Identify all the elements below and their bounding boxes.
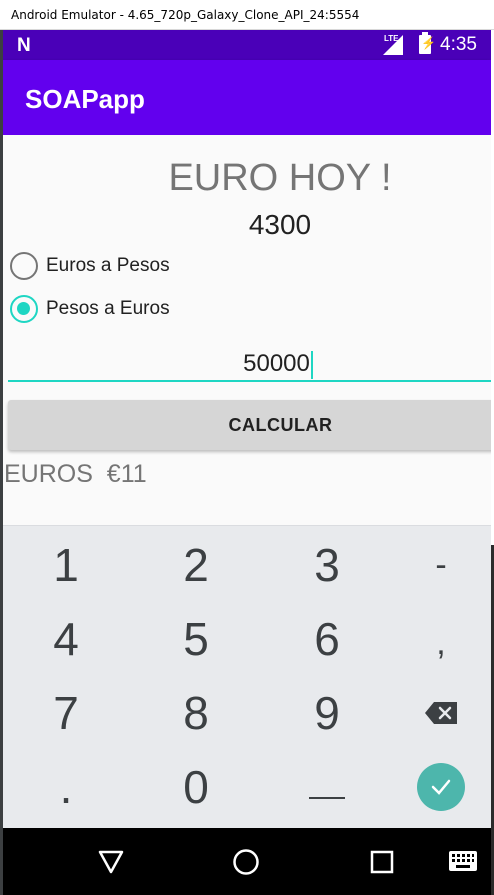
key-comma[interactable]: , — [380, 606, 491, 680]
key-5[interactable]: 5 — [135, 602, 257, 676]
status-bar: N LTE ⚡ 4:35 — [3, 30, 491, 60]
radio-pesos-a-euros[interactable]: Pesos a Euros — [10, 294, 170, 324]
key-0[interactable]: 0 — [135, 750, 257, 824]
key-4[interactable]: 4 — [5, 602, 127, 676]
page-heading: EURO HOY ! — [168, 157, 392, 199]
enter-key[interactable] — [380, 750, 491, 824]
amount-value: 50000 — [243, 350, 310, 377]
radio-label: Euros a Pesos — [46, 255, 170, 276]
numeric-keyboard: 1 2 3 - 4 5 6 , 7 8 9 . 0 — [3, 525, 491, 828]
result-text: EUROS €11 — [4, 460, 147, 488]
app-title: SOAPapp — [25, 84, 145, 114]
key-9[interactable]: 9 — [266, 676, 388, 750]
back-triangle-icon[interactable] — [98, 850, 124, 874]
app-bar: SOAPapp — [3, 60, 491, 135]
charging-bolt-icon: ⚡ — [421, 36, 436, 50]
recents-square-icon[interactable] — [370, 850, 394, 874]
key-2[interactable]: 2 — [135, 528, 257, 602]
radio-checked-icon[interactable] — [10, 295, 38, 323]
radio-euros-a-pesos[interactable]: Euros a Pesos — [10, 251, 170, 281]
key-dot[interactable]: . — [5, 750, 127, 824]
n-logo-icon: N — [17, 35, 31, 56]
key-8[interactable]: 8 — [135, 676, 257, 750]
calcular-button[interactable]: CALCULAR — [8, 400, 491, 450]
backspace-icon — [425, 702, 457, 724]
home-circle-icon[interactable] — [232, 848, 260, 876]
status-time: 4:35 — [440, 34, 477, 55]
exchange-rate: 4300 — [248, 209, 312, 240]
main-content: EURO HOY ! 4300 Euros a Pesos Pesos a Eu… — [3, 135, 491, 525]
network-label: LTE — [384, 34, 399, 43]
emulator-title: Android Emulator - 4.65_720p_Galaxy_Clon… — [11, 8, 360, 22]
radio-label: Pesos a Euros — [46, 298, 170, 319]
key-7[interactable]: 7 — [5, 676, 127, 750]
emulator-titlebar: Android Emulator - 4.65_720p_Galaxy_Clon… — [0, 0, 494, 30]
radio-unchecked-icon[interactable] — [10, 252, 38, 280]
keyboard-icon[interactable] — [449, 851, 477, 871]
amount-input[interactable]: 50000 — [8, 340, 491, 382]
key-minus[interactable]: - — [380, 528, 491, 602]
space-key[interactable] — [266, 750, 388, 824]
calcular-label: CALCULAR — [228, 415, 333, 435]
key-3[interactable]: 3 — [266, 528, 388, 602]
text-cursor — [310, 350, 313, 379]
device-screen: N LTE ⚡ 4:35 SOAPapp EURO HOY ! 4300 Eur… — [3, 30, 491, 895]
enter-check-icon — [417, 763, 465, 811]
space-icon — [309, 797, 345, 799]
key-1[interactable]: 1 — [5, 528, 127, 602]
backspace-key[interactable] — [380, 676, 491, 750]
navigation-bar — [3, 828, 491, 895]
key-6[interactable]: 6 — [266, 602, 388, 676]
